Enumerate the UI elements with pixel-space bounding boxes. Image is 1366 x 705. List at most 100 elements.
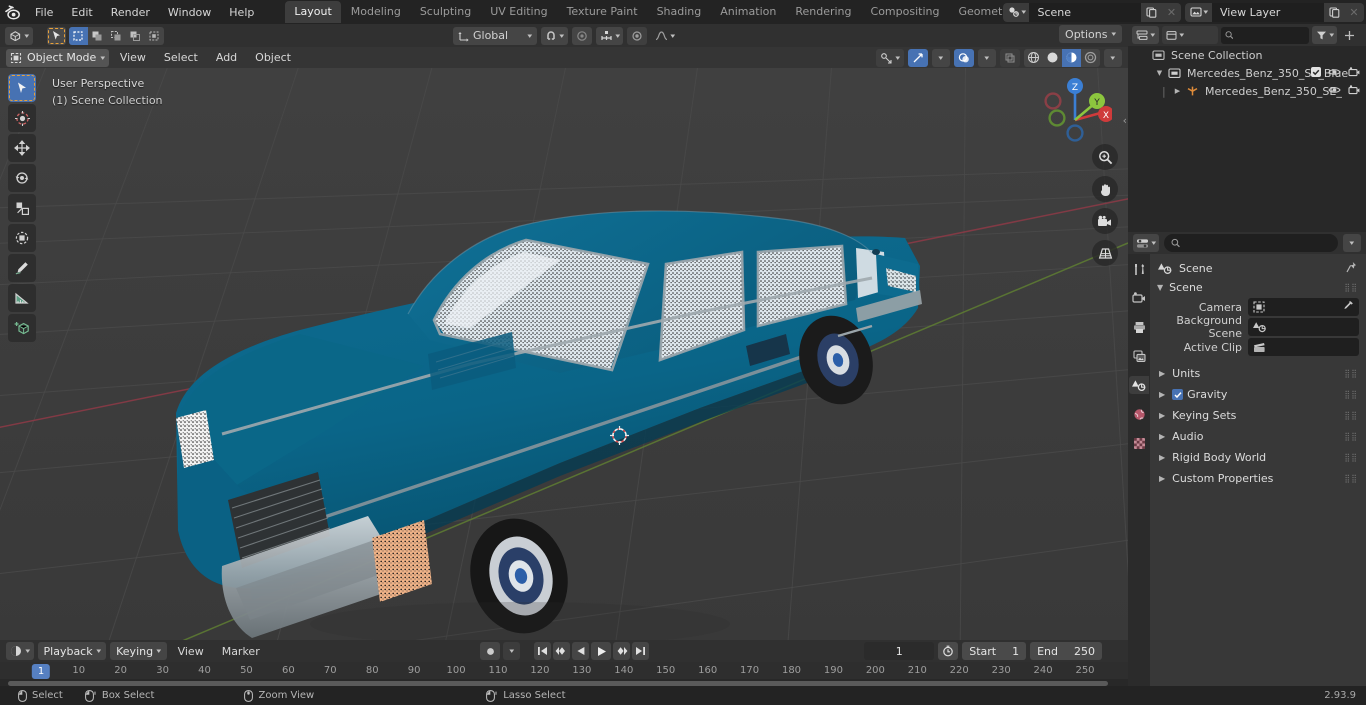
blender-logo-icon[interactable] <box>0 0 26 24</box>
panel-rigid-body-world[interactable]: ▶ Rigid Body World ⣿⣿ <box>1150 447 1366 468</box>
navigation-gizmo[interactable]: Z Y X <box>1038 74 1114 148</box>
view-layer-name[interactable]: View Layer <box>1212 2 1324 22</box>
outliner-search[interactable] <box>1220 26 1309 44</box>
play-icon[interactable] <box>591 642 611 660</box>
disclosure-triangle-open-icon[interactable]: ▼ <box>1157 283 1163 292</box>
snap-target-button[interactable]: ▾ <box>595 26 624 45</box>
falloff-curve-icon[interactable]: ▾ <box>651 27 679 45</box>
disclosure-triangle-closed-icon[interactable]: ▶ <box>1159 474 1165 483</box>
panel-gravity[interactable]: ▶ Gravity ⣿⣿ <box>1150 384 1366 405</box>
camera-view-icon[interactable] <box>1092 208 1118 234</box>
current-frame-field[interactable]: 1 <box>864 642 935 660</box>
outliner-row-scene-collection[interactable]: Scene Collection <box>1128 46 1366 64</box>
jump-start-icon[interactable] <box>534 642 551 660</box>
disclosure-triangle-closed-icon[interactable]: ▶ <box>1172 87 1183 95</box>
snap-button[interactable]: ▾ <box>541 26 568 45</box>
timeline-menu-view[interactable]: View <box>171 643 211 660</box>
outliner-new-collection-button[interactable] <box>1340 26 1359 44</box>
camera-render-icon[interactable] <box>1348 66 1360 80</box>
rotate-tool[interactable] <box>8 164 36 192</box>
3d-viewport[interactable]: User Perspective (1) Scene Collection Z … <box>0 68 1128 640</box>
outliner-filter-button[interactable]: ▾ <box>1311 26 1338 44</box>
overlays-dropdown[interactable]: ▾ <box>978 48 996 67</box>
frame-end-field[interactable]: End 250 <box>1030 642 1102 660</box>
scene-datablock[interactable]: ▾ Scene ✕ <box>1002 2 1182 22</box>
select-set-new-icon[interactable] <box>68 26 88 45</box>
properties-search[interactable] <box>1163 234 1338 252</box>
outliner-editor-type-button[interactable]: ▾ <box>1132 26 1159 44</box>
tab-texture-paint[interactable]: Texture Paint <box>558 1 647 23</box>
pan-hand-icon[interactable] <box>1092 176 1118 202</box>
scene-icon[interactable]: ▾ <box>1002 2 1030 22</box>
cursor-tool[interactable] <box>8 104 36 132</box>
menu-edit[interactable]: Edit <box>62 3 101 22</box>
timeline-editor-type-button[interactable]: ▾ <box>6 642 34 660</box>
auto-keying-options[interactable]: ▾ <box>503 642 520 660</box>
menu-render[interactable]: Render <box>102 3 159 22</box>
disclosure-triangle-closed-icon[interactable]: ▶ <box>1159 369 1165 378</box>
disclosure-triangle-closed-icon[interactable]: ▶ <box>1159 390 1165 399</box>
tab-sculpting[interactable]: Sculpting <box>411 1 480 23</box>
viewport-menu-object[interactable]: Object <box>248 49 298 66</box>
view-layer-icon[interactable]: ▾ <box>1185 2 1212 22</box>
viewport-menu-select[interactable]: Select <box>157 49 205 66</box>
properties-options-dropdown[interactable]: ▾ <box>1343 234 1361 252</box>
disclosure-triangle-closed-icon[interactable]: ▶ <box>1159 453 1165 462</box>
transform-orientation-dropdown[interactable]: Global ▾ <box>453 26 537 45</box>
play-reverse-icon[interactable] <box>572 642 589 660</box>
gizmo-toggle-button[interactable]: ▾ <box>876 48 904 67</box>
show-gizmo-toggle[interactable] <box>908 48 928 67</box>
tab-compositing[interactable]: Compositing <box>862 1 949 23</box>
shading-rendered-button[interactable] <box>1081 49 1100 67</box>
menu-file[interactable]: File <box>26 3 62 22</box>
sidebar-toggle-arrow-icon[interactable]: ‹ <box>1123 114 1127 127</box>
properties-tab-tool[interactable] <box>1129 260 1149 278</box>
editor-type-3dview-icon[interactable]: ▾ <box>5 26 33 45</box>
playback-dropdown[interactable]: Playback ▾ <box>37 642 107 660</box>
outliner-search-input[interactable] <box>1236 29 1305 41</box>
measure-tool[interactable] <box>8 284 36 312</box>
car-model[interactable] <box>0 68 1128 640</box>
panel-units[interactable]: ▶ Units ⣿⣿ <box>1150 363 1366 384</box>
outliner-row-object[interactable]: | ▶ Mercedes_Benz_350_SE_ <box>1128 82 1366 100</box>
select-invert-icon[interactable] <box>126 27 145 45</box>
annotate-tool[interactable] <box>8 254 36 282</box>
select-tool-button[interactable] <box>46 26 66 45</box>
next-keyframe-icon[interactable] <box>613 642 630 660</box>
prev-keyframe-icon[interactable] <box>553 642 570 660</box>
mode-dropdown[interactable]: Object Mode ▾ <box>6 48 109 67</box>
new-view-layer-button[interactable] <box>1324 2 1344 22</box>
zoom-icon[interactable] <box>1092 144 1118 170</box>
eye-icon[interactable] <box>1328 67 1341 80</box>
camera-render-icon[interactable] <box>1348 84 1360 98</box>
menu-help[interactable]: Help <box>220 3 263 22</box>
properties-tab-render[interactable] <box>1129 289 1149 307</box>
panel-keying-sets[interactable]: ▶ Keying Sets ⣿⣿ <box>1150 405 1366 426</box>
frame-start-field[interactable]: Start 1 <box>962 642 1027 660</box>
jump-end-icon[interactable] <box>632 642 649 660</box>
properties-tab-output[interactable] <box>1129 318 1149 336</box>
keying-dropdown[interactable]: Keying ▾ <box>110 642 167 660</box>
scene-name[interactable]: Scene <box>1029 2 1142 22</box>
viewport-menu-add[interactable]: Add <box>209 49 244 66</box>
camera-field[interactable] <box>1248 298 1359 316</box>
shading-material-preview-button[interactable] <box>1062 48 1081 67</box>
pin-icon[interactable] <box>1346 261 1357 276</box>
scene-panel-header[interactable]: ▼ Scene ⣿⣿ <box>1150 278 1366 297</box>
unlink-scene-button[interactable]: ✕ <box>1161 2 1182 22</box>
outliner-display-mode-dropdown[interactable]: ▾ <box>1161 26 1218 44</box>
tab-shading[interactable]: Shading <box>648 1 711 23</box>
panel-audio[interactable]: ▶ Audio ⣿⣿ <box>1150 426 1366 447</box>
properties-tab-scene[interactable] <box>1129 376 1149 394</box>
transform-tool[interactable] <box>8 224 36 252</box>
options-dropdown[interactable]: Options ▾ <box>1059 25 1122 43</box>
collection-checkbox[interactable] <box>1311 66 1321 80</box>
gravity-checkbox[interactable] <box>1172 389 1184 400</box>
outliner-row-collection[interactable]: ▼ Mercedes_Benz_350_SE_Blue <box>1128 64 1366 82</box>
view-layer-datablock[interactable]: ▾ View Layer ✕ <box>1185 2 1364 22</box>
tab-uv-editing[interactable]: UV Editing <box>481 1 556 23</box>
timeline-playhead[interactable]: 1 <box>31 664 51 679</box>
proportional-edit-button[interactable] <box>571 26 592 45</box>
move-tool[interactable] <box>8 134 36 162</box>
xray-toggle[interactable] <box>1000 48 1020 67</box>
